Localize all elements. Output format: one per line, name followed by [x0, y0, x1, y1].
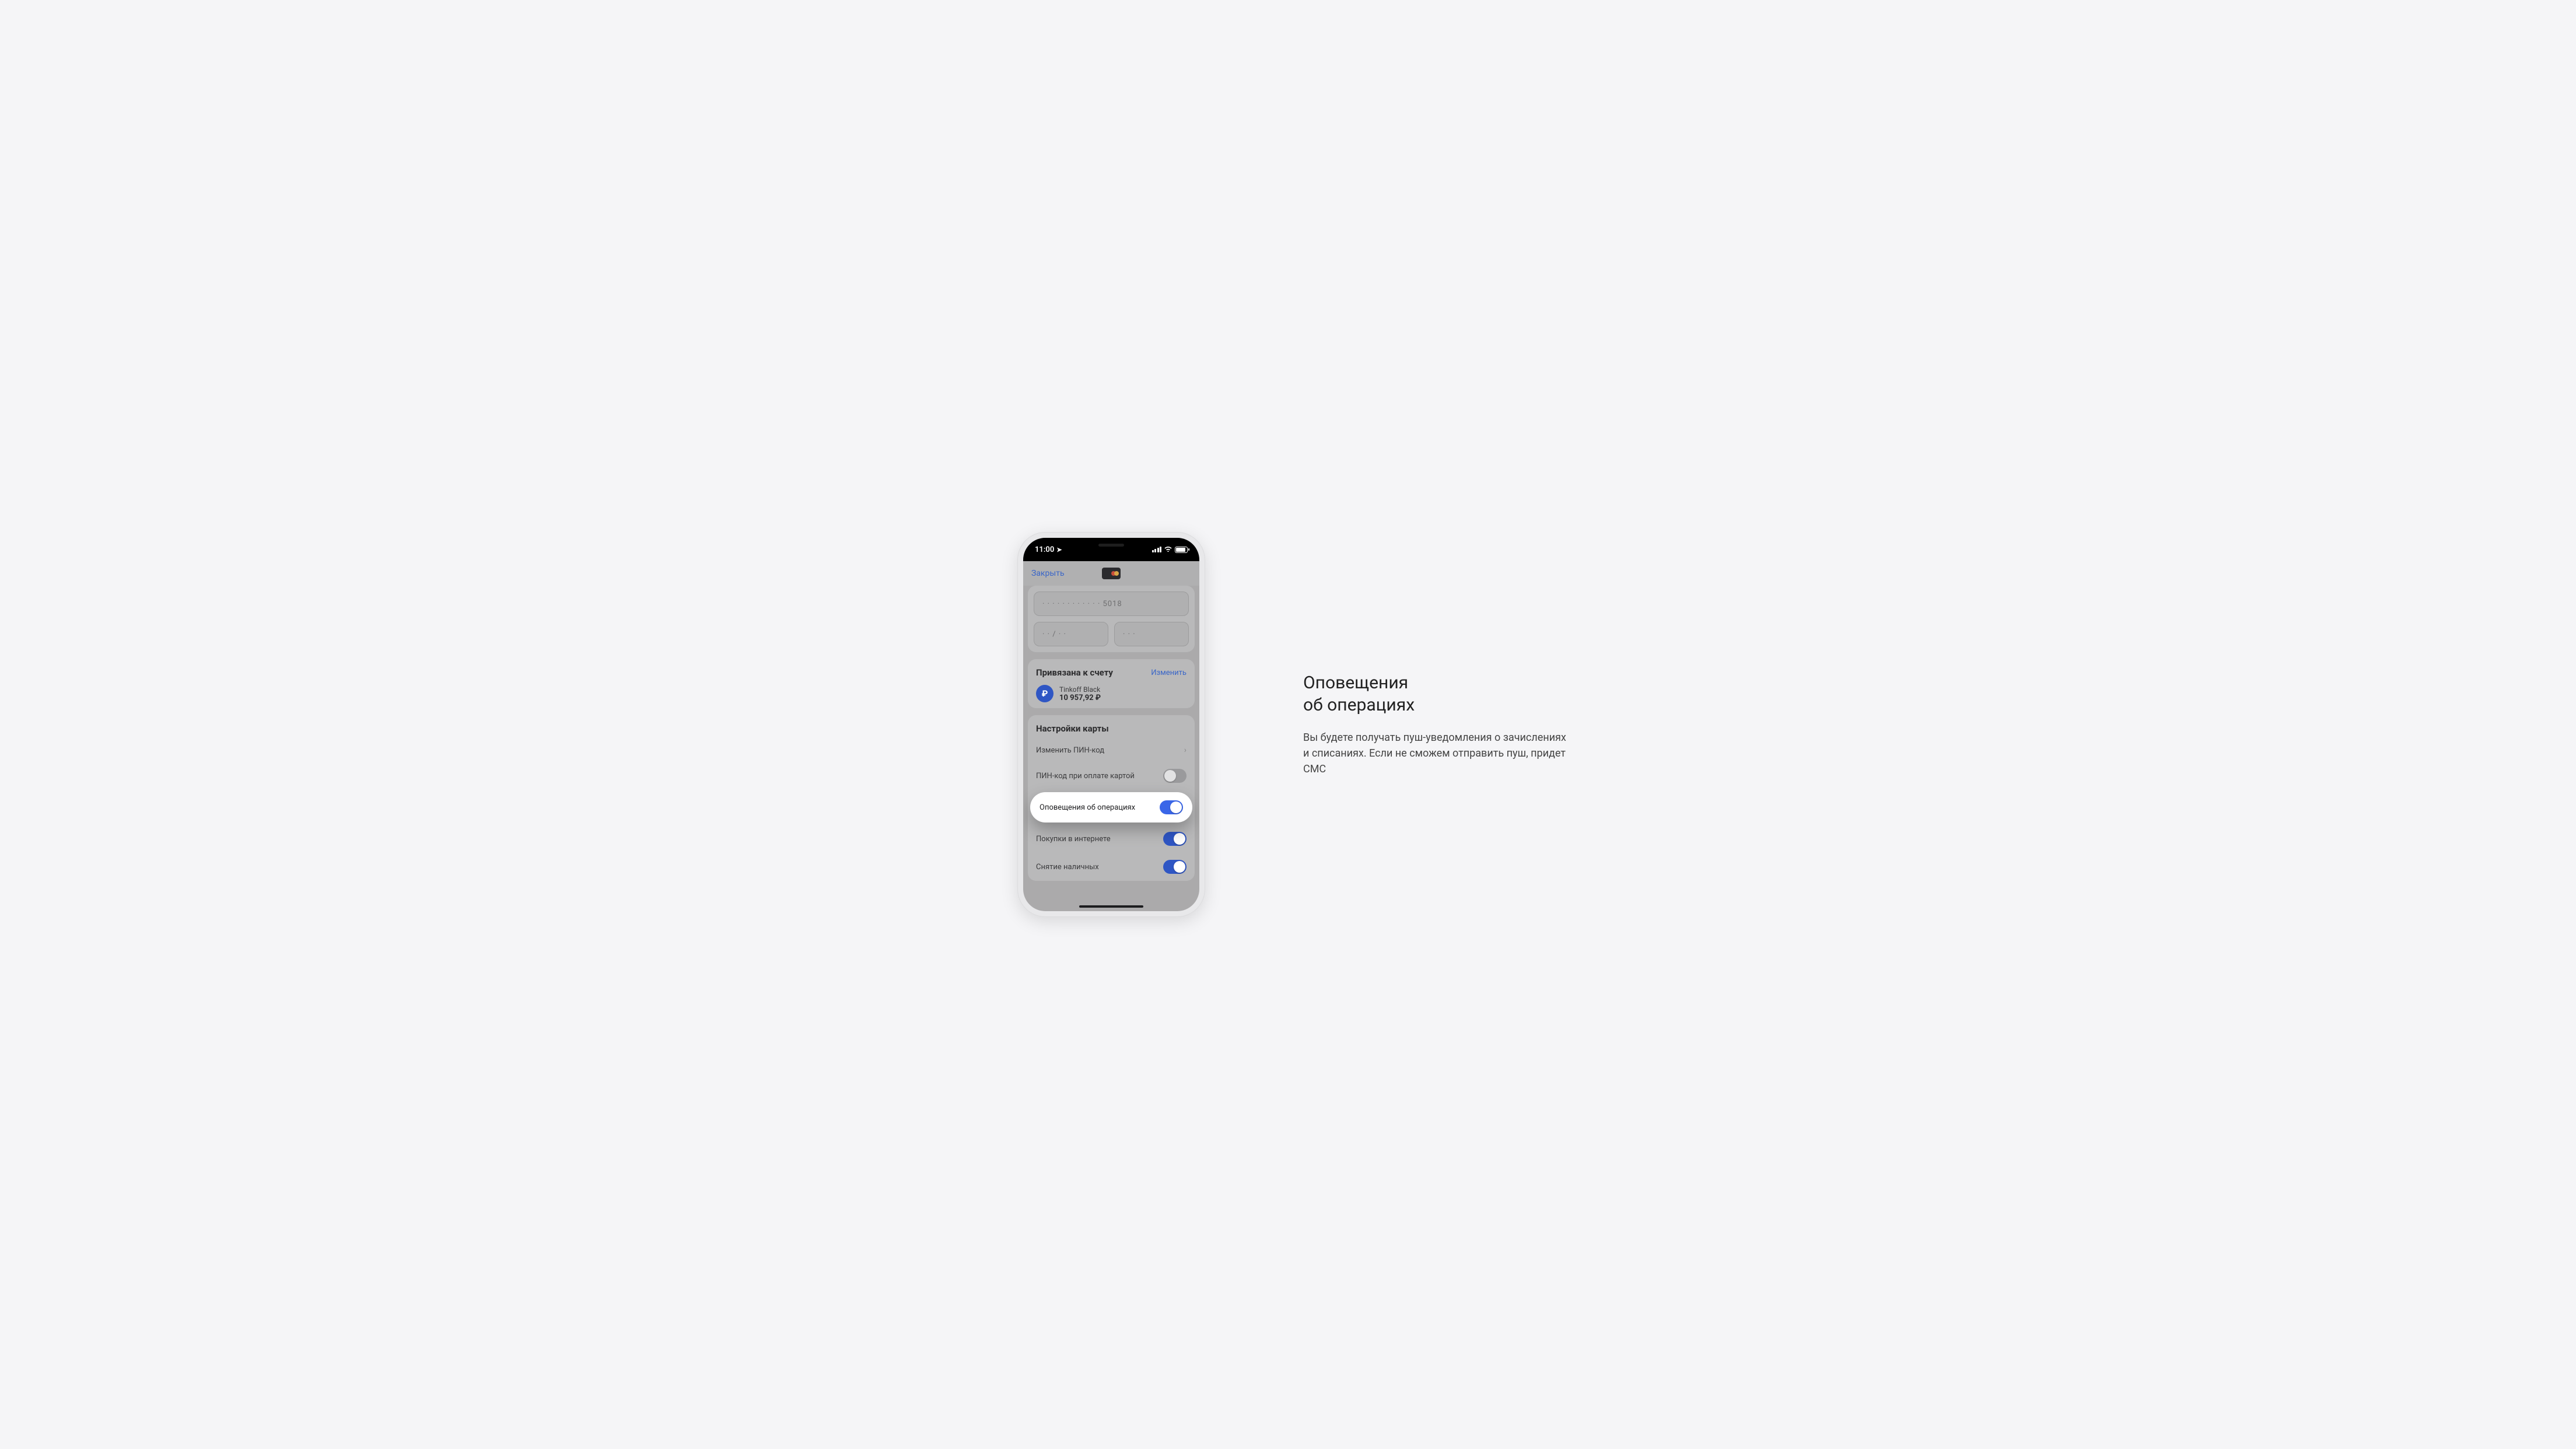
info-description: Вы будете получать пуш-уведомления о зач…	[1303, 730, 1572, 777]
notifications-row: Оповещения об операциях	[1030, 792, 1192, 822]
card-expiry-masked: · · / · ·	[1042, 630, 1066, 639]
card-cvv-field[interactable]: · · ·	[1114, 622, 1189, 646]
location-icon: ➤	[1056, 546, 1062, 554]
card-details-block: · · · · · · · · · · · · 5018 · · / · · ·…	[1028, 586, 1195, 652]
card-cvv-masked: · · ·	[1123, 630, 1136, 639]
card-number-masked: · · · · · · · · · · · · 5018	[1042, 600, 1122, 608]
info-title: Оповещения об операциях	[1303, 672, 1572, 717]
account-balance: 10 957,92 ₽	[1059, 694, 1101, 702]
cash-withdrawal-row: Снятие наличных	[1028, 853, 1195, 881]
status-bar: 11:00 ➤	[1023, 538, 1199, 561]
cash-withdrawal-label: Снятие наличных	[1036, 863, 1099, 872]
linked-account-section: Привязана к счету Изменить ₽ Tinkoff Bla…	[1028, 659, 1195, 708]
close-button[interactable]: Закрыть	[1031, 569, 1065, 578]
ruble-icon: ₽	[1036, 685, 1054, 702]
card-thumbnail-icon	[1102, 568, 1121, 579]
home-indicator[interactable]	[1079, 905, 1143, 908]
info-title-line2: об операциях	[1303, 695, 1415, 716]
status-right	[1152, 545, 1188, 554]
promo-stage: 11:00 ➤ Закрыть	[859, 483, 1717, 966]
linked-title: Привязана к счету	[1036, 667, 1113, 678]
online-purchases-row: Покупки в интернете	[1028, 825, 1195, 853]
card-expiry-field[interactable]: · · / · ·	[1034, 622, 1108, 646]
cellular-icon	[1152, 547, 1162, 552]
battery-icon	[1175, 547, 1188, 553]
info-panel: Оповещения об операциях Вы будете получа…	[1303, 672, 1572, 777]
change-pin-label: Изменить ПИН-код	[1036, 746, 1104, 755]
content-scroll[interactable]: · · · · · · · · · · · · 5018 · · / · · ·…	[1023, 586, 1199, 887]
online-purchases-label: Покупки в интернете	[1036, 835, 1111, 844]
online-purchases-toggle[interactable]	[1163, 832, 1186, 846]
status-left: 11:00 ➤	[1035, 545, 1062, 554]
pin-on-pay-toggle[interactable]	[1163, 769, 1186, 783]
phone-body: 11:00 ➤ Закрыть	[1017, 532, 1205, 917]
change-account-button[interactable]: Изменить	[1151, 668, 1186, 677]
card-settings-section: Настройки карты Изменить ПИН-код › ПИН-к…	[1028, 715, 1195, 881]
app-nav: Закрыть	[1023, 561, 1199, 586]
chevron-right-icon: ›	[1184, 746, 1186, 755]
linked-account-row[interactable]: ₽ Tinkoff Black 10 957,92 ₽	[1036, 685, 1186, 702]
wifi-icon	[1164, 545, 1172, 554]
info-title-line1: Оповещения	[1303, 673, 1408, 693]
account-name: Tinkoff Black	[1059, 685, 1101, 694]
phone-frame: 11:00 ➤ Закрыть	[1017, 532, 1205, 917]
pin-on-pay-label: ПИН-код при оплате картой	[1036, 772, 1135, 780]
pin-on-pay-row: ПИН-код при оплате картой	[1028, 762, 1195, 790]
notch	[1068, 538, 1155, 554]
notifications-toggle[interactable]	[1160, 800, 1183, 814]
notifications-label: Оповещения об операциях	[1040, 803, 1135, 812]
phone-screen: 11:00 ➤ Закрыть	[1023, 538, 1199, 911]
card-number-field[interactable]: · · · · · · · · · · · · 5018	[1034, 592, 1189, 616]
mastercard-icon	[1111, 571, 1119, 576]
change-pin-row[interactable]: Изменить ПИН-код ›	[1028, 738, 1195, 762]
settings-title: Настройки карты	[1028, 723, 1195, 738]
cash-withdrawal-toggle[interactable]	[1163, 860, 1186, 874]
status-time: 11:00	[1035, 545, 1054, 554]
